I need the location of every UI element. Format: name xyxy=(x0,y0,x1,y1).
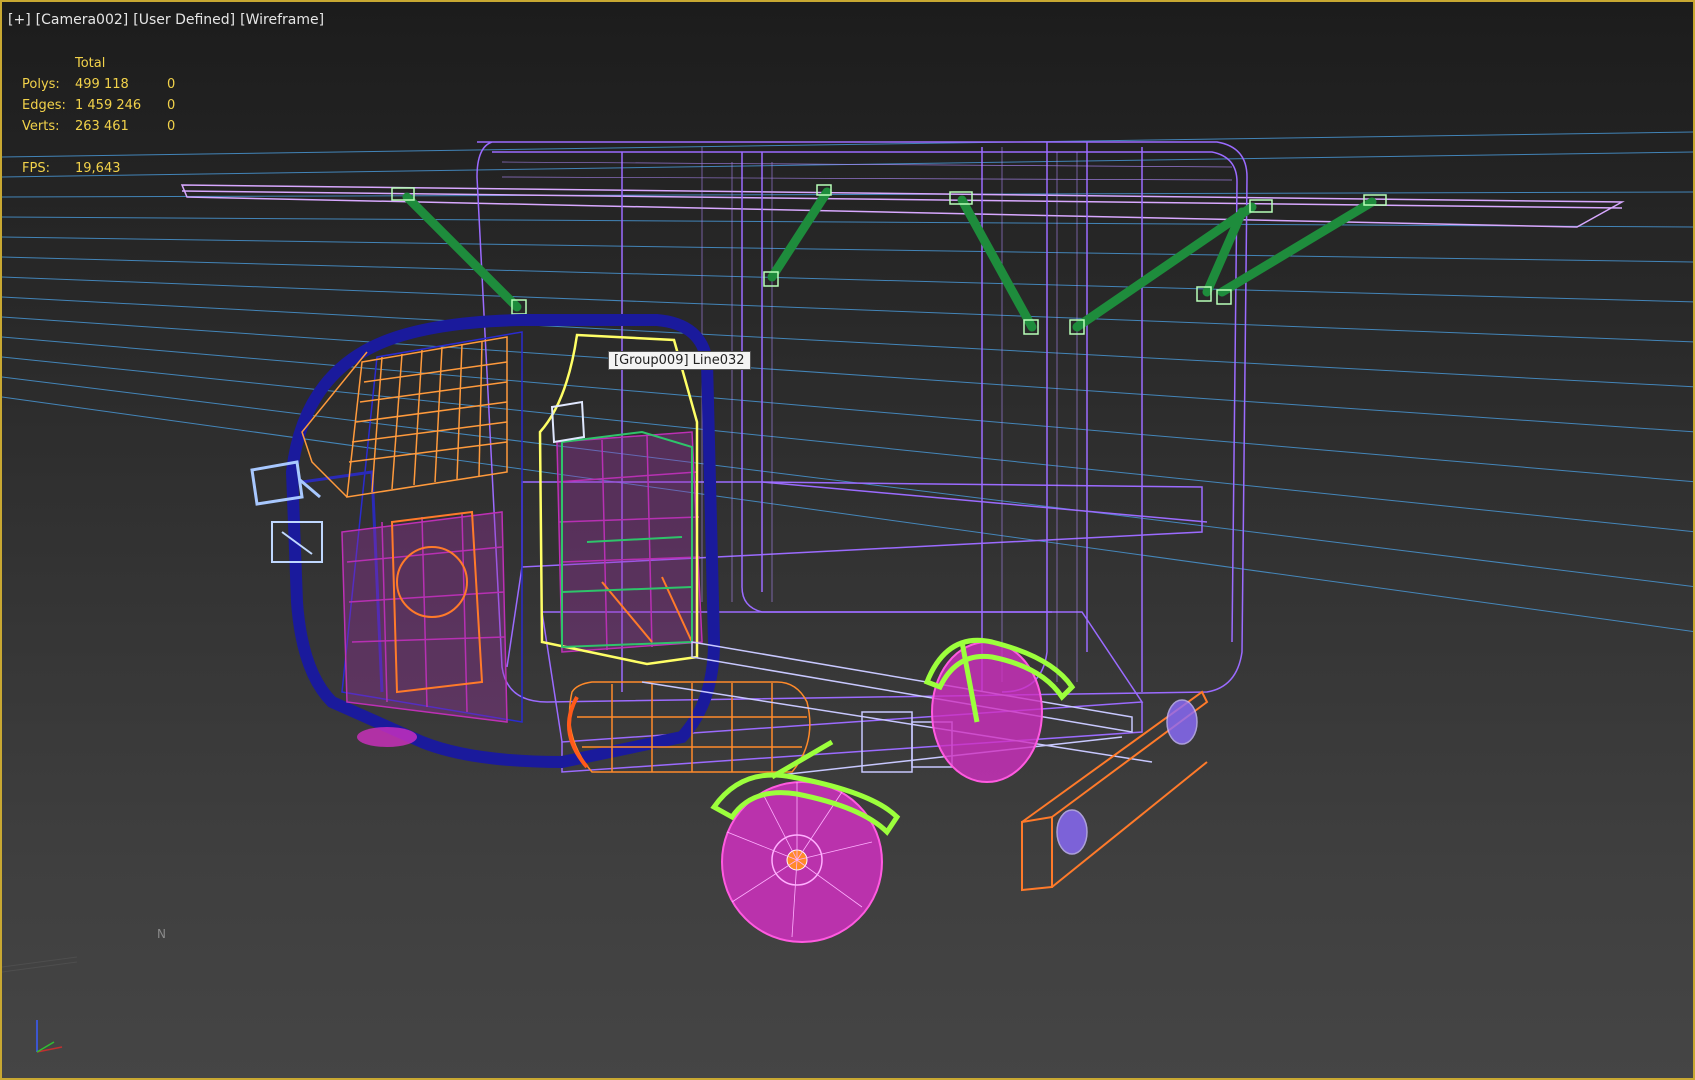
stats-key: Verts: xyxy=(22,119,60,134)
stats-row-verts: Verts: 263 461 0 xyxy=(22,116,187,137)
rear-wheel[interactable] xyxy=(931,641,1043,783)
stats-selected: 0 xyxy=(167,119,176,134)
side-mirror[interactable] xyxy=(250,460,321,506)
fps-key: FPS: xyxy=(22,161,50,176)
viewport-camera002[interactable]: [+] [Camera002] [User Defined] [Wireframe] … xyxy=(0,0,1695,1080)
viewport-view-label[interactable]: [User Defined] xyxy=(133,12,235,28)
background-wire-lines xyxy=(2,131,1693,632)
object-hover-tooltip: [Group009] Line032 xyxy=(608,351,751,370)
viewport-label[interactable]: [+] [Camera002] [User Defined] [Wireframe] xyxy=(8,12,329,28)
windshield-wire xyxy=(301,336,508,498)
stats-value: 263 461 xyxy=(75,119,129,134)
viewport-menu-plus[interactable]: [+] xyxy=(8,12,31,28)
roof-rail[interactable] xyxy=(180,184,1625,228)
stats-row-fps: FPS: 19,643 xyxy=(22,158,187,179)
front-wheel[interactable] xyxy=(721,781,883,943)
viewport-shading-label[interactable]: [Wireframe] xyxy=(240,12,324,28)
stats-key: Edges: xyxy=(22,98,66,113)
statistics-panel: Total Polys: 499 118 0 Edges: 1 459 246 … xyxy=(22,53,187,179)
wireframe-scene[interactable] xyxy=(2,2,1695,1080)
stats-row-polys: Polys: 499 118 0 xyxy=(22,74,187,95)
stats-header: Total xyxy=(75,56,106,71)
compass-north-label: N xyxy=(157,927,166,941)
viewport-camera-label[interactable]: [Camera002] xyxy=(36,12,129,28)
stats-row-edges: Edges: 1 459 246 0 xyxy=(22,95,187,116)
stats-key: Polys: xyxy=(22,77,60,92)
stats-value: 1 459 246 xyxy=(75,98,142,113)
cab-front-wheel-hint xyxy=(357,727,417,747)
fps-value: 19,643 xyxy=(75,161,121,176)
stats-selected: 0 xyxy=(167,98,176,113)
stats-selected: 0 xyxy=(167,77,176,92)
axis-gizmo xyxy=(36,1020,63,1053)
chassis-frame[interactable] xyxy=(641,641,1153,778)
stats-value: 499 118 xyxy=(75,77,129,92)
ground-grid xyxy=(2,956,78,973)
